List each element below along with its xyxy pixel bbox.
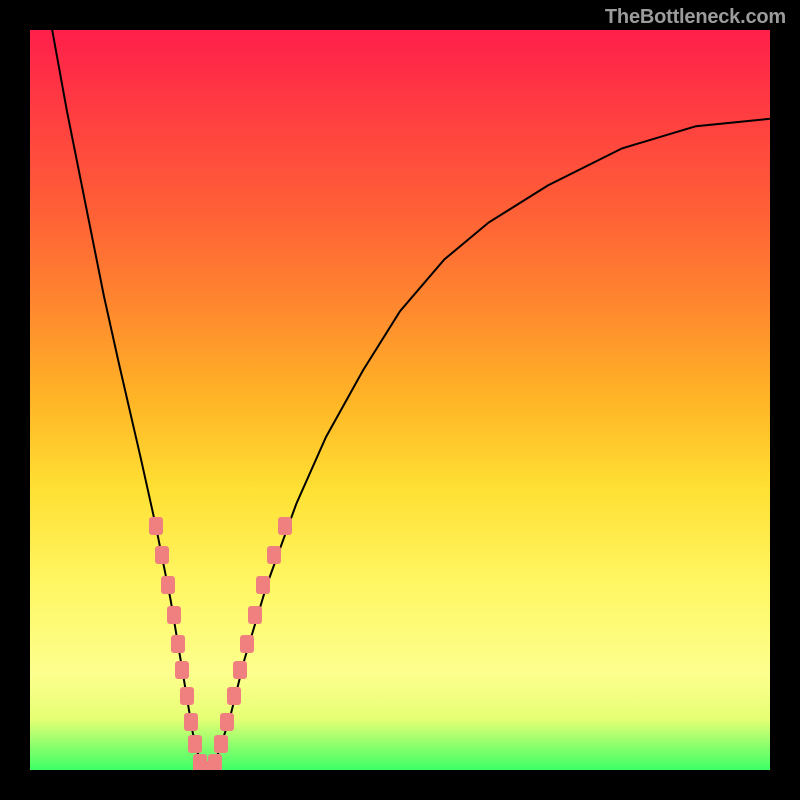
data-point	[155, 546, 169, 564]
data-point	[214, 735, 228, 753]
data-point	[175, 661, 189, 679]
data-point	[188, 735, 202, 753]
data-point	[267, 546, 281, 564]
data-point	[278, 517, 292, 535]
plot-area	[30, 30, 770, 770]
data-point	[208, 754, 222, 770]
data-point	[167, 606, 181, 624]
data-point	[149, 517, 163, 535]
data-point	[233, 661, 247, 679]
data-point	[220, 713, 234, 731]
data-point	[184, 713, 198, 731]
watermark-text: TheBottleneck.com	[605, 6, 786, 29]
data-point	[227, 687, 241, 705]
data-point	[180, 687, 194, 705]
data-points-layer	[30, 30, 770, 770]
data-point	[240, 635, 254, 653]
data-point	[248, 606, 262, 624]
data-point	[161, 576, 175, 594]
chart-frame: TheBottleneck.com	[0, 0, 800, 800]
data-point	[256, 576, 270, 594]
data-point	[171, 635, 185, 653]
